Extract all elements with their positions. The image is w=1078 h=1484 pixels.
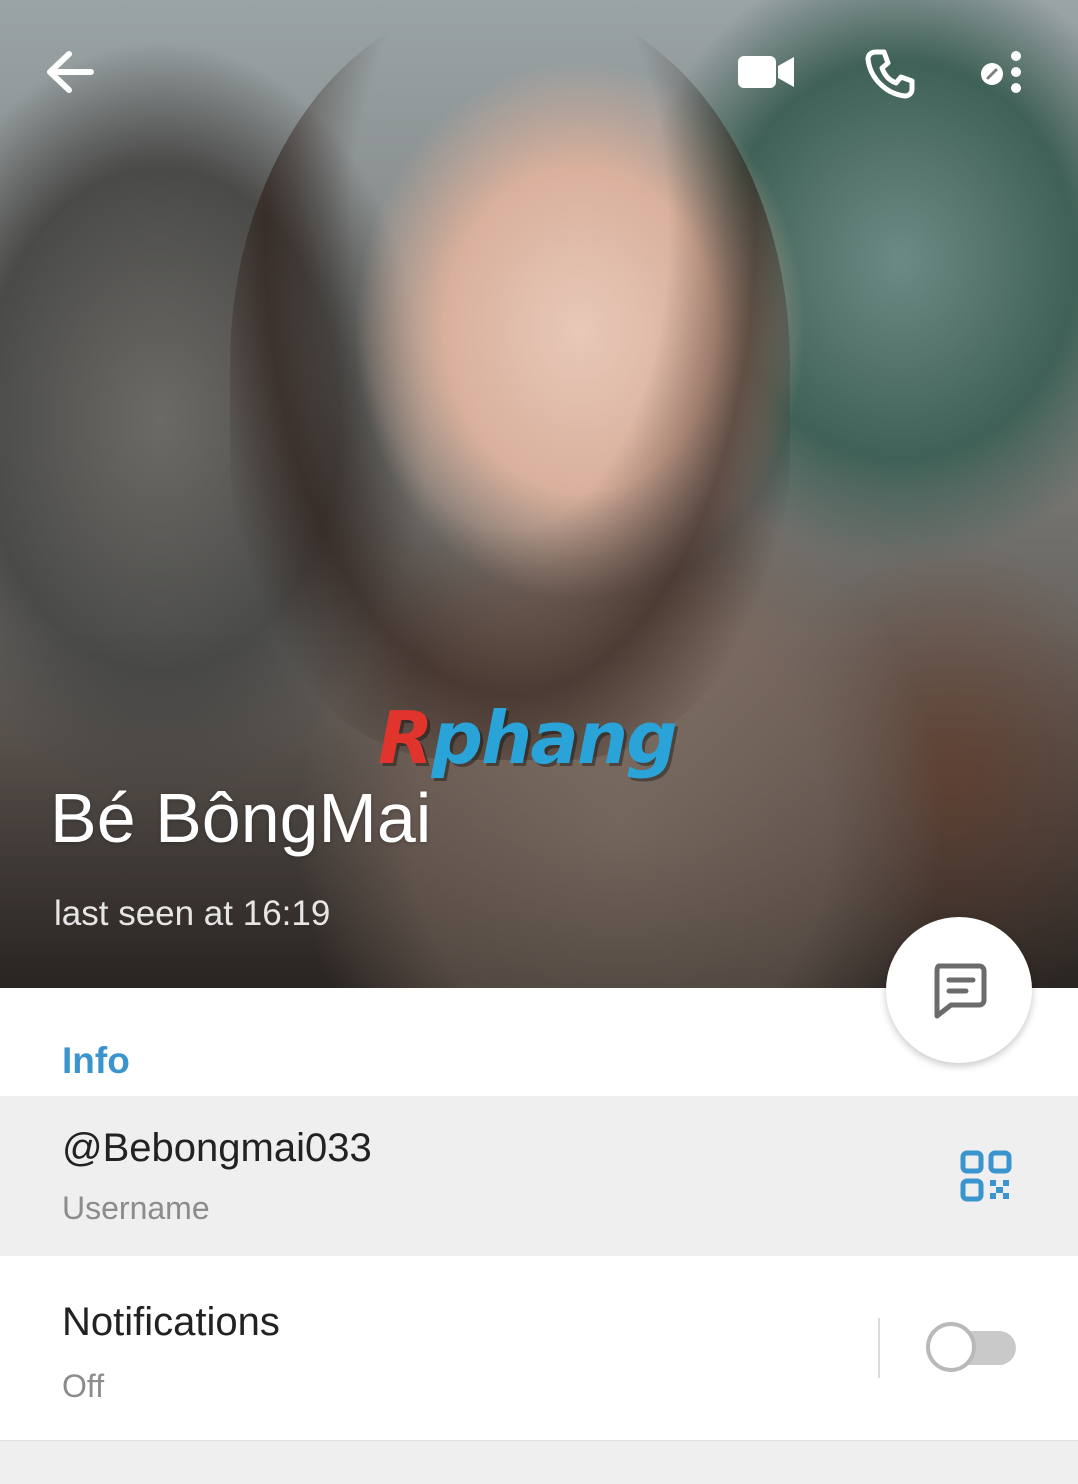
bottom-section-divider [0, 1440, 1078, 1484]
voice-call-button[interactable] [850, 34, 930, 114]
info-section-title: Info [62, 1040, 130, 1081]
send-message-button[interactable] [886, 917, 1032, 1063]
qr-code-button[interactable] [960, 1150, 1012, 1202]
username-value: @Bebongmai033 [62, 1126, 372, 1170]
username-label: Username [62, 1190, 210, 1226]
arrow-left-icon [47, 51, 94, 93]
more-vertical-icon [981, 51, 1021, 93]
watermark-logo: Rphang [378, 696, 678, 780]
notifications-title: Notifications [62, 1300, 280, 1344]
back-button[interactable] [30, 32, 110, 112]
notifications-value: Off [62, 1368, 105, 1404]
video-camera-icon [738, 56, 794, 88]
username-row[interactable]: @Bebongmai033 Username [0, 1096, 1078, 1256]
profile-screen: Rphang Bé BôngMai last seen at 16:19 Inf… [0, 0, 1078, 1484]
more-button[interactable] [960, 32, 1040, 112]
message-icon [934, 963, 987, 1019]
video-call-button[interactable] [726, 32, 806, 112]
row-divider [878, 1318, 880, 1378]
qr-code-icon [960, 1150, 1012, 1202]
toggle-knob [926, 1322, 976, 1372]
profile-name: Bé BôngMai [50, 779, 432, 857]
last-seen-status: last seen at 16:19 [54, 894, 331, 933]
notifications-toggle[interactable] [926, 1322, 1016, 1372]
phone-icon [865, 49, 915, 99]
notifications-row[interactable]: Notifications Off [0, 1256, 1078, 1440]
